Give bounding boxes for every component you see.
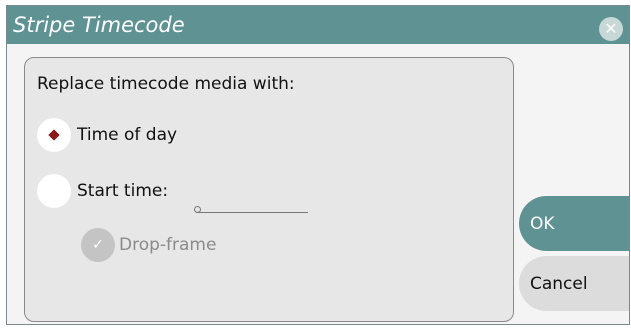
radio-button-start-time[interactable] — [37, 174, 71, 208]
ok-button[interactable]: OK — [519, 196, 629, 251]
replace-prompt: Replace timecode media with: — [37, 74, 295, 94]
check-icon: ✓ — [92, 237, 104, 253]
stripe-timecode-dialog: Stripe Timecode ✕ Replace timecode media… — [6, 5, 630, 325]
radio-time-of-day[interactable]: Time of day — [37, 118, 177, 152]
dialog-title: Stripe Timecode — [13, 13, 185, 37]
close-button[interactable]: ✕ — [599, 17, 623, 41]
drop-frame-option: ✓ Drop-frame — [81, 228, 216, 262]
field-caret-icon — [194, 206, 201, 213]
close-icon: ✕ — [604, 19, 618, 38]
timecode-options-panel: Replace timecode media with: Time of day… — [24, 57, 514, 322]
drop-frame-label: Drop-frame — [119, 235, 217, 255]
radio-selected-icon — [48, 129, 60, 141]
cancel-button[interactable]: Cancel — [519, 256, 629, 311]
start-time-field[interactable] — [196, 196, 308, 213]
drop-frame-checkbox[interactable]: ✓ — [81, 228, 115, 262]
radio-label-time-of-day: Time of day — [77, 125, 178, 145]
radio-start-time[interactable]: Start time: — [37, 174, 168, 208]
dialog-titlebar: Stripe Timecode ✕ — [7, 6, 629, 44]
radio-label-start-time: Start time: — [77, 181, 169, 201]
radio-button-time-of-day[interactable] — [37, 118, 71, 152]
